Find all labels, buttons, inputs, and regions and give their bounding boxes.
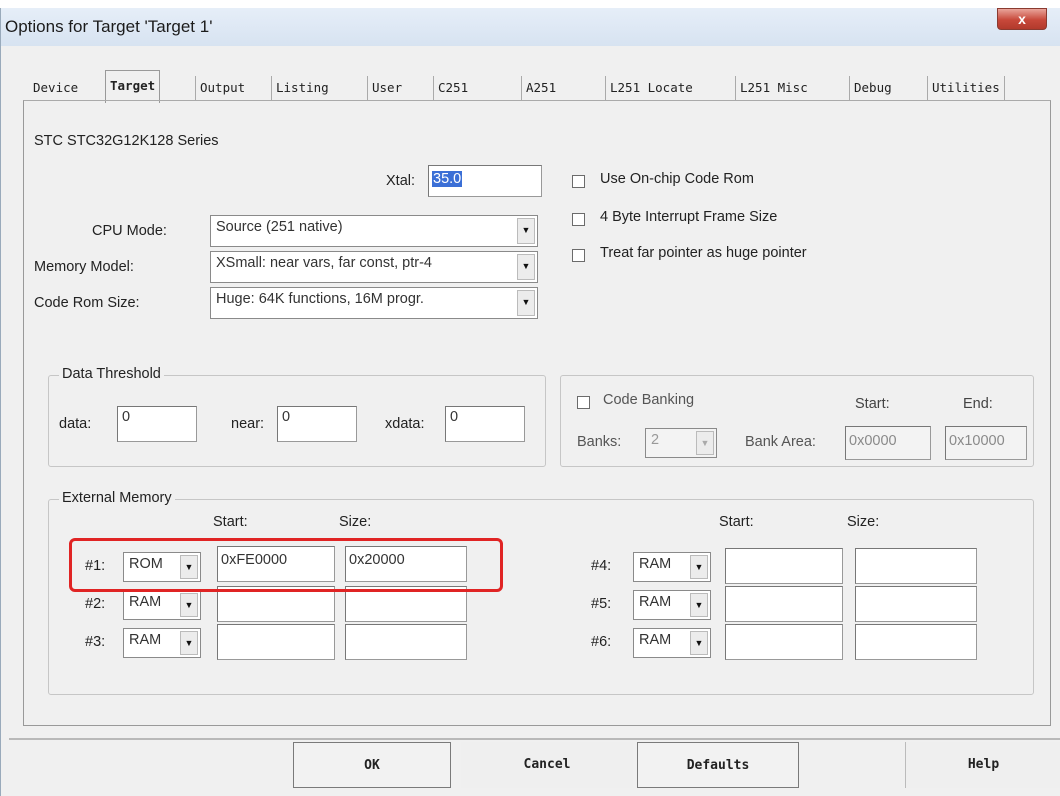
banks-select[interactable]: 2 ▼ [645, 428, 717, 458]
tab-l251-misc[interactable]: L251 Misc [735, 76, 808, 100]
data-label: data: [59, 416, 92, 432]
chevron-down-icon[interactable]: ▼ [690, 631, 708, 655]
bank-end-input[interactable]: 0x10000 [945, 426, 1027, 460]
near-input[interactable]: 0 [277, 406, 357, 442]
tab-listing[interactable]: Listing [271, 76, 329, 100]
cpu-mode-value: Source (251 native) [216, 219, 343, 235]
ext-row-4-type: RAM [639, 556, 672, 572]
chevron-down-icon[interactable]: ▼ [696, 431, 714, 455]
near-label: near: [231, 416, 265, 432]
ext-row-2-type-select[interactable]: RAM ▼ [123, 590, 201, 620]
start-header-right: Start: [719, 514, 754, 530]
tab-debug[interactable]: Debug [849, 76, 892, 100]
close-button[interactable]: x [997, 8, 1047, 30]
ext-row-4-size-input[interactable] [855, 548, 977, 584]
bank-area-label: Bank Area: [745, 434, 816, 450]
onchip-rom-label: Use On-chip Code Rom [600, 171, 754, 187]
ext-row-3-size-input[interactable] [345, 624, 467, 660]
ext-row-2-type: RAM [129, 594, 162, 610]
bank-start-header: Start: [855, 396, 890, 412]
ext-row-3-type-select[interactable]: RAM ▼ [123, 628, 201, 658]
ext-row-4-start-input[interactable] [725, 548, 843, 584]
far-pointer-checkbox[interactable] [572, 249, 585, 262]
code-rom-size-value: Huge: 64K functions, 16M progr. [216, 291, 424, 307]
options-dialog: Options for Target 'Target 1' x Device T… [0, 8, 1060, 796]
ext-row-2-label: #2: [85, 596, 106, 612]
tab-l251-locate[interactable]: L251 Locate [605, 76, 693, 100]
ext-row-5-type: RAM [639, 594, 672, 610]
chevron-down-icon[interactable]: ▼ [517, 254, 535, 280]
xtal-value: 35.0 [432, 171, 463, 187]
bank-end-header: End: [963, 396, 993, 412]
ext-row-6-type: RAM [639, 632, 672, 648]
size-header-left: Size: [339, 514, 372, 530]
cpu-mode-select[interactable]: Source (251 native) ▼ [210, 215, 538, 247]
tab-a251[interactable]: A251 [521, 76, 556, 100]
code-banking-group: Code Banking Start: End: Banks: 2 ▼ Bank… [560, 375, 1034, 467]
tab-user[interactable]: User [367, 76, 402, 100]
size-header-right: Size: [847, 514, 880, 530]
xdata-label: xdata: [385, 416, 425, 432]
tab-device[interactable]: Device [29, 76, 78, 100]
title-bar: Options for Target 'Target 1' x [1, 8, 1060, 46]
ext-row-5-start-input[interactable] [725, 586, 843, 622]
ext-row-3-label: #3: [85, 634, 106, 650]
interrupt-frame-label: 4 Byte Interrupt Frame Size [600, 209, 778, 225]
device-name: STC STC32G12K128 Series [34, 133, 219, 149]
window-title: Options for Target 'Target 1' [5, 17, 213, 36]
tab-output[interactable]: Output [195, 76, 245, 100]
far-pointer-label: Treat far pointer as huge pointer [600, 245, 807, 261]
memory-model-select[interactable]: XSmall: near vars, far const, ptr-4 ▼ [210, 251, 538, 283]
external-memory-title: External Memory [59, 490, 175, 506]
defaults-button[interactable]: Defaults [637, 742, 799, 788]
ext-row-6-size-input[interactable] [855, 624, 977, 660]
ext-row-5-size-input[interactable] [855, 586, 977, 622]
xtal-input[interactable]: 35.0 [428, 165, 542, 197]
tab-target[interactable]: Target [105, 70, 161, 103]
ok-button[interactable]: OK [293, 742, 451, 788]
chevron-down-icon[interactable]: ▼ [690, 555, 708, 579]
ext-row-4-label: #4: [591, 558, 612, 574]
ext-row-6-start-input[interactable] [725, 624, 843, 660]
xtal-label: Xtal: [386, 173, 416, 189]
data-threshold-group: Data Threshold data: 0 near: 0 xdata: 0 [48, 366, 546, 467]
start-header-left: Start: [213, 514, 248, 530]
cancel-button[interactable]: Cancel [461, 742, 633, 788]
interrupt-frame-checkbox[interactable] [572, 213, 585, 226]
memory-model-value: XSmall: near vars, far const, ptr-4 [216, 255, 432, 271]
chevron-down-icon[interactable]: ▼ [517, 290, 535, 316]
code-banking-checkbox[interactable] [577, 396, 590, 409]
code-rom-size-label: Code Rom Size: [34, 295, 140, 311]
ext-row-6-label: #6: [591, 634, 612, 650]
row-1-highlight-box [69, 538, 503, 592]
chevron-down-icon[interactable]: ▼ [180, 631, 198, 655]
onchip-rom-checkbox[interactable] [572, 175, 585, 188]
tab-c251[interactable]: C251 [433, 76, 468, 100]
ext-row-3-type: RAM [129, 632, 162, 648]
banks-label: Banks: [577, 434, 622, 450]
data-threshold-title: Data Threshold [59, 366, 164, 382]
tab-strip: Device Target Output Listing User C251 A… [23, 70, 1053, 103]
ext-row-4-type-select[interactable]: RAM ▼ [633, 552, 711, 582]
chevron-down-icon[interactable]: ▼ [690, 593, 708, 617]
code-banking-label: Code Banking [603, 392, 695, 408]
help-button[interactable]: Help [905, 742, 1060, 788]
code-rom-size-select[interactable]: Huge: 64K functions, 16M progr. ▼ [210, 287, 538, 319]
banks-value: 2 [651, 432, 660, 448]
tab-utilities[interactable]: Utilities [927, 76, 1005, 100]
footer-divider [9, 738, 1060, 740]
ext-row-5-label: #5: [591, 596, 612, 612]
target-panel: STC STC32G12K128 Series Xtal: 35.0 CPU M… [23, 100, 1051, 726]
xdata-input[interactable]: 0 [445, 406, 525, 442]
bank-start-input[interactable]: 0x0000 [845, 426, 931, 460]
memory-model-label: Memory Model: [34, 259, 134, 275]
external-memory-group: External Memory Start: Size: Start: Size… [48, 490, 1034, 695]
ext-row-6-type-select[interactable]: RAM ▼ [633, 628, 711, 658]
data-input[interactable]: 0 [117, 406, 197, 442]
ext-row-5-type-select[interactable]: RAM ▼ [633, 590, 711, 620]
chevron-down-icon[interactable]: ▼ [180, 593, 198, 617]
ext-row-3-start-input[interactable] [217, 624, 335, 660]
cpu-mode-label: CPU Mode: [92, 223, 167, 239]
chevron-down-icon[interactable]: ▼ [517, 218, 535, 244]
